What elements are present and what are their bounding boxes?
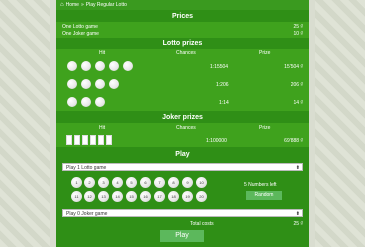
- ball: [67, 79, 77, 89]
- random-button[interactable]: Random: [246, 191, 282, 200]
- prices-title: Prices: [171, 13, 194, 20]
- numbers-left: 5 Numbers left: [244, 182, 277, 188]
- joker-header-hit: Hit: [99, 125, 106, 131]
- lotto-chance-4: 1:206: [216, 82, 229, 88]
- total-costs-value: 25 ₫: [293, 221, 303, 227]
- joker-square: [74, 135, 80, 145]
- price-joker-label: One Joker game: [62, 31, 99, 37]
- ball: [81, 79, 91, 89]
- number-ball[interactable]: 15: [126, 191, 137, 202]
- breadcrumb-separator: »: [80, 2, 84, 8]
- number-ball[interactable]: 2: [84, 177, 95, 188]
- number-ball[interactable]: 4: [112, 177, 123, 188]
- main-panel: ⌂ Home » Play Regular Lotto Prices One L…: [56, 0, 309, 247]
- ball: [81, 97, 91, 107]
- joker-prizes-box: Hit Chances Prize 1:100000 69'888 ₫: [56, 123, 309, 147]
- ball: [67, 97, 77, 107]
- price-lotto-value: 25 ₫: [293, 24, 303, 30]
- joker-square: [106, 135, 112, 145]
- joker-square: [82, 135, 88, 145]
- prices-box: One Lotto game 25 ₫ One Joker game 10 ₫: [56, 22, 309, 38]
- lotto-prize-5: 15'504 ₫: [284, 64, 303, 70]
- background-left: [0, 0, 50, 247]
- number-ball[interactable]: 17: [154, 191, 165, 202]
- number-ball[interactable]: 10: [196, 177, 207, 188]
- number-ball[interactable]: 16: [140, 191, 151, 202]
- lotto-prize-4: 206 ₫: [290, 82, 303, 88]
- total-costs-label: Total costs: [190, 221, 214, 227]
- lotto-prizes-title: Lotto prizes: [162, 40, 203, 47]
- ball: [95, 79, 105, 89]
- number-ball[interactable]: 8: [168, 177, 179, 188]
- breadcrumb-current: Play Regular Lotto: [85, 2, 127, 8]
- number-ball[interactable]: 18: [168, 191, 179, 202]
- price-lotto-label: One Lotto game: [62, 24, 98, 30]
- number-ball[interactable]: 9: [182, 177, 193, 188]
- ball: [95, 61, 105, 71]
- number-ball[interactable]: 19: [182, 191, 193, 202]
- lotto-chance-5: 1:15504: [210, 64, 229, 70]
- ball: [81, 61, 91, 71]
- joker-game-select[interactable]: Play 0 Joker game ⬍: [62, 209, 303, 217]
- lotto-chance-3: 1:14: [219, 100, 229, 106]
- play-button[interactable]: Play: [160, 230, 204, 242]
- number-ball[interactable]: 20: [196, 191, 207, 202]
- joker-square: [98, 135, 104, 145]
- number-ball[interactable]: 12: [84, 191, 95, 202]
- lotto-game-select-value: Play 1 Lotto game: [66, 165, 107, 171]
- breadcrumb: ⌂ Home » Play Regular Lotto: [56, 0, 309, 10]
- chevron-down-icon: ⬍: [295, 165, 300, 171]
- joker-prizes-title: Joker prizes: [162, 114, 203, 121]
- ball: [109, 79, 119, 89]
- lotto-header-chances: Chances: [176, 50, 196, 56]
- number-ball[interactable]: 14: [112, 191, 123, 202]
- joker-game-select-value: Play 0 Joker game: [66, 211, 108, 217]
- lotto-game-select[interactable]: Play 1 Lotto game ⬍: [62, 163, 303, 171]
- lotto-prize-3: 14 ₫: [293, 100, 303, 106]
- lotto-prizes-box: Hit Chances Prize 1:15504 15'504 ₫ 1:206…: [56, 49, 309, 111]
- joker-chance: 1:100000: [206, 138, 227, 144]
- number-ball[interactable]: 6: [140, 177, 151, 188]
- joker-square: [90, 135, 96, 145]
- joker-header-prize: Prize: [259, 125, 271, 131]
- lotto-header-prize: Prize: [259, 50, 271, 56]
- ball: [67, 61, 77, 71]
- joker-prize: 69'888 ₫: [284, 138, 303, 144]
- background-right: [315, 0, 365, 247]
- number-ball[interactable]: 5: [126, 177, 137, 188]
- joker-header-chances: Chances: [176, 125, 196, 131]
- number-ball[interactable]: 3: [98, 177, 109, 188]
- number-ball[interactable]: 7: [154, 177, 165, 188]
- number-ball[interactable]: 13: [98, 191, 109, 202]
- joker-square: [66, 135, 72, 145]
- number-ball[interactable]: 11: [71, 191, 82, 202]
- home-icon[interactable]: ⌂: [60, 0, 64, 10]
- ball: [109, 61, 119, 71]
- number-ball[interactable]: 1: [71, 177, 82, 188]
- play-title: Play: [175, 151, 190, 158]
- breadcrumb-home[interactable]: Home: [66, 0, 79, 10]
- lotto-header-hit: Hit: [99, 50, 106, 56]
- chevron-down-icon: ⬍: [295, 211, 300, 217]
- ball: [123, 61, 133, 71]
- price-joker-value: 10 ₫: [293, 31, 303, 37]
- ball: [95, 97, 105, 107]
